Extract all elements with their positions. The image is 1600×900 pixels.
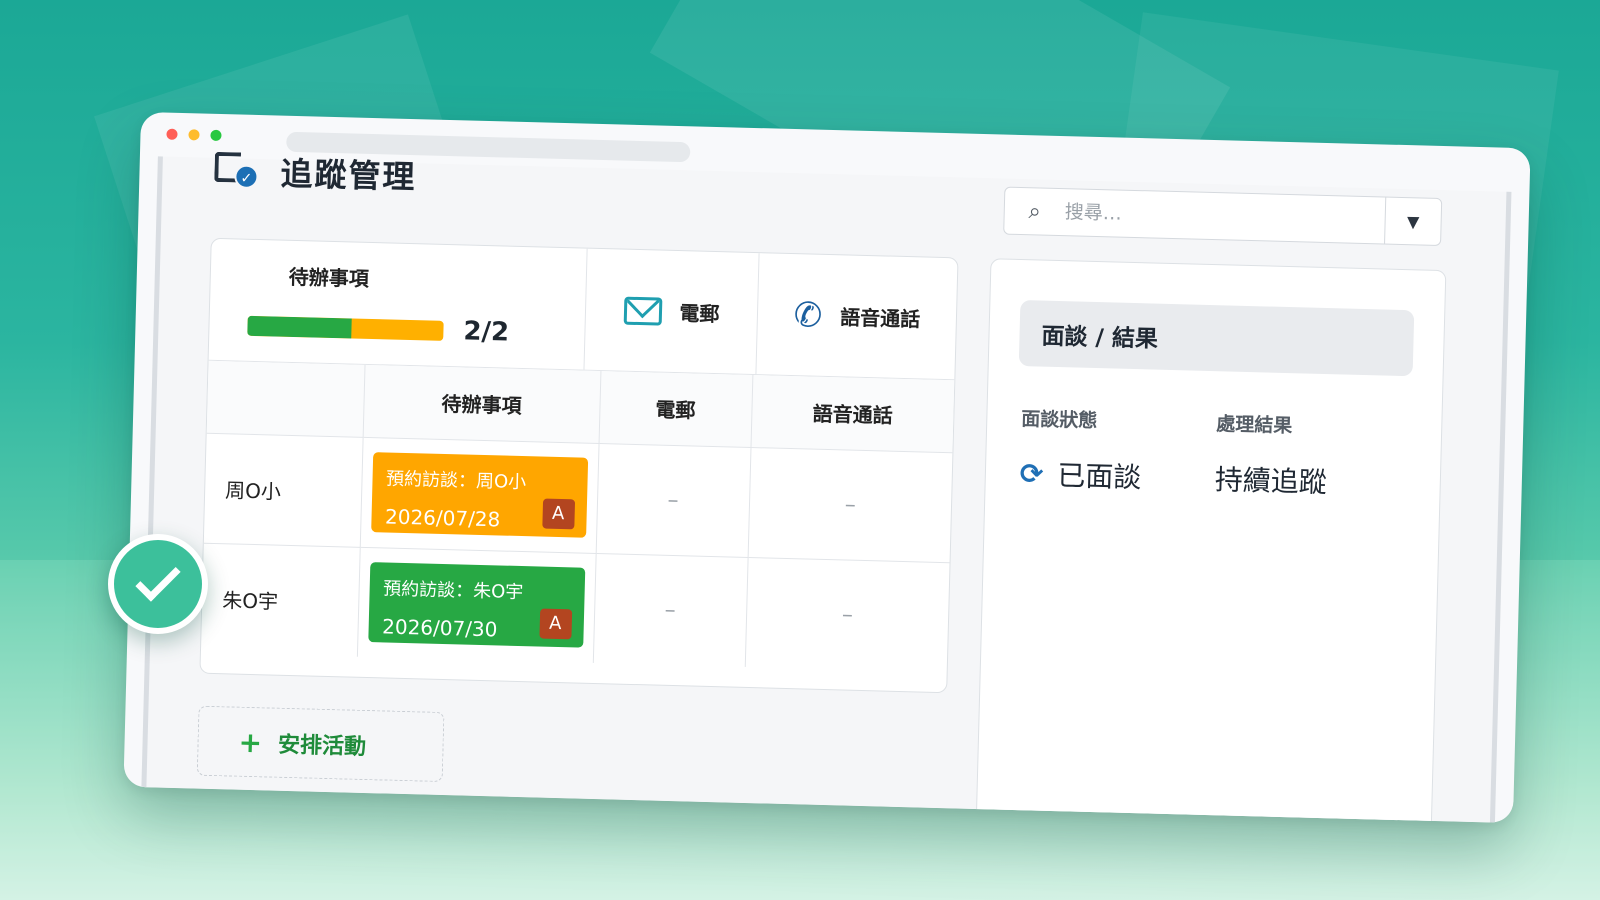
summary-call[interactable]: ✆ 語音通話 [756, 253, 957, 379]
panel-fields: 面談狀態 ⟳ 已面談 處理結果 持續追蹤 [1019, 404, 1411, 503]
tracking-card: 待辦事項 2/2 電郵 ✆ 語音通話 待辦事項 電郵 語音通話 周O小 預約訪談… [199, 237, 959, 694]
mail-icon [623, 296, 662, 326]
task-title: 預約訪談：朱O宇 [382, 578, 524, 604]
chevron-down-icon[interactable]: ▼ [1384, 197, 1442, 245]
summary-email-label: 電郵 [679, 301, 720, 327]
search-box: ⌕ ▼ [1003, 186, 1443, 246]
maximize-window-button[interactable] [210, 129, 222, 142]
table-header-call: 語音通話 [750, 375, 955, 453]
status-value-row[interactable]: ⟳ 已面談 [1019, 453, 1215, 498]
result-field: 處理結果 持續追蹤 [1214, 409, 1411, 503]
contact-name[interactable]: 朱O宇 [200, 542, 360, 657]
task-title: 預約訪談：周O小 [385, 468, 527, 494]
search-icon: ⌕ [1028, 198, 1042, 225]
search-input[interactable] [1064, 201, 1385, 232]
phone-icon: ✆ [793, 294, 823, 336]
close-window-button[interactable] [166, 128, 178, 140]
page-title: 追蹤管理 [280, 154, 417, 197]
call-cell[interactable]: – [745, 557, 950, 672]
page-header: ✓ 追蹤管理 [214, 144, 417, 201]
result-label: 處理結果 [1215, 413, 1293, 438]
result-value-row[interactable]: 持續追蹤 [1214, 458, 1410, 503]
refresh-icon: ⟳ [1019, 456, 1044, 491]
assignee-badge: A [538, 608, 572, 640]
browser-window: ✓ 追蹤管理 ⌕ ▼ 待辦事項 2/2 [123, 111, 1531, 824]
check-circle-icon [108, 534, 208, 634]
call-cell[interactable]: – [747, 446, 953, 563]
task-card[interactable]: 預約訪談：朱O宇 2026/07/30 A [367, 562, 585, 648]
activity-table: 待辦事項 電郵 語音通話 周O小 預約訪談：周O小 2026/07/28 A –… [200, 360, 955, 672]
table-header-name [206, 360, 365, 437]
table-row: 周O小 預約訪談：周O小 2026/07/28 A – – [203, 432, 953, 563]
minimize-window-button[interactable] [188, 129, 200, 141]
progress-row: 2/2 [247, 311, 585, 350]
status-value: 已面談 [1056, 459, 1142, 495]
summary-call-label: 語音通話 [839, 305, 921, 332]
contact-name[interactable]: 周O小 [203, 432, 363, 547]
plus-icon: + [238, 725, 263, 759]
assignee-badge: A [541, 498, 575, 530]
table-header-email: 電郵 [598, 371, 753, 447]
add-activity-label: 安排活動 [277, 732, 367, 761]
task-card[interactable]: 預約訪談：周O小 2026/07/28 A [370, 452, 588, 538]
table-row: 朱O宇 預約訪談：朱O宇 2026/07/30 A – – [200, 542, 950, 672]
table-header-todo: 待辦事項 [362, 364, 601, 444]
summary-row: 待辦事項 2/2 電郵 ✆ 語音通話 [208, 238, 958, 381]
summary-todo-label: 待辦事項 [288, 264, 370, 291]
summary-email[interactable]: 電郵 [584, 248, 760, 375]
todo-progress-fill [247, 315, 352, 339]
summary-todo[interactable]: 待辦事項 2/2 [208, 238, 588, 370]
email-cell[interactable]: – [592, 552, 748, 667]
result-value: 持續追蹤 [1214, 463, 1328, 500]
app-page: ✓ 追蹤管理 ⌕ ▼ 待辦事項 2/2 [141, 151, 1512, 824]
interview-panel: 面談 / 結果 面談狀態 ⟳ 已面談 處理結果 持續追蹤 [975, 258, 1447, 824]
check-icon: ✓ [234, 164, 259, 190]
status-label: 面談狀態 [1021, 408, 1098, 433]
add-activity-button[interactable]: + 安排活動 [196, 705, 445, 783]
todo-progress-text: 2/2 [463, 316, 510, 348]
panel-title: 面談 / 結果 [1018, 300, 1415, 377]
todo-progress-bar [247, 315, 444, 341]
tracking-logo-icon: ✓ [214, 151, 259, 190]
status-field: 面談狀態 ⟳ 已面談 [1019, 404, 1216, 498]
email-cell[interactable]: – [595, 443, 751, 557]
